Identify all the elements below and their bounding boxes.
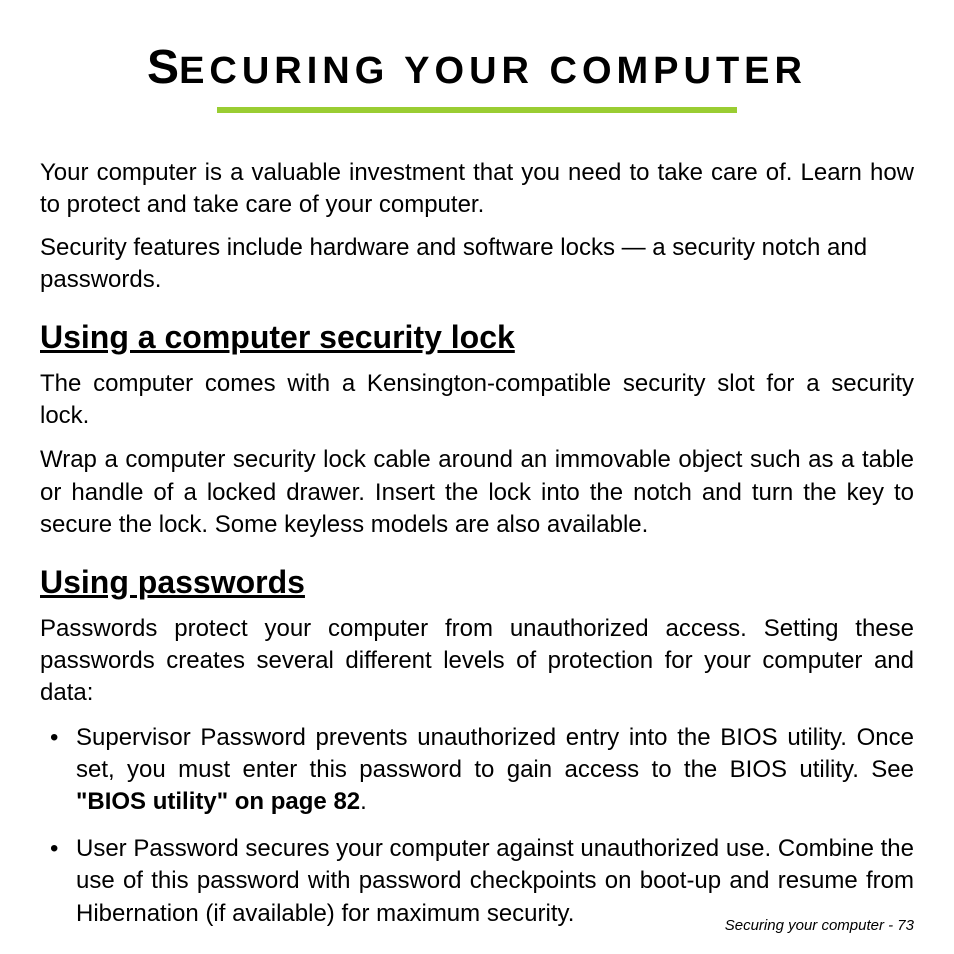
bullet-user-password: User Password secures your computer agai… xyxy=(40,833,914,930)
security-lock-para-2: Wrap a computer security lock cable arou… xyxy=(40,444,914,541)
section-heading-passwords: Using passwords xyxy=(40,564,914,601)
title-initial: S xyxy=(147,41,179,94)
page-footer: Securing your computer - 73 xyxy=(725,917,914,934)
bullet-text-pre: Supervisor Password prevents unauthorize… xyxy=(76,724,914,783)
password-bullet-list: Supervisor Password prevents unauthorize… xyxy=(40,722,914,930)
bullet-text-post: . xyxy=(360,788,367,815)
bullet-supervisor-password: Supervisor Password prevents unauthorize… xyxy=(40,722,914,819)
section-heading-security-lock: Using a computer security lock xyxy=(40,319,914,356)
title-rest: ECURING YOUR COMPUTER xyxy=(179,50,807,92)
title-underline xyxy=(217,107,737,113)
page-title: SECURING YOUR COMPUTER xyxy=(40,40,914,95)
security-lock-para-1: The computer comes with a Kensington-com… xyxy=(40,368,914,433)
intro-paragraph-2: Security features include hardware and s… xyxy=(40,232,914,297)
passwords-para-1: Passwords protect your computer from una… xyxy=(40,613,914,710)
bullet-text-pre: User Password secures your computer agai… xyxy=(76,835,914,927)
bios-utility-reference: "BIOS utility" on page 82 xyxy=(76,788,360,815)
intro-paragraph-1: Your computer is a valuable investment t… xyxy=(40,157,914,222)
